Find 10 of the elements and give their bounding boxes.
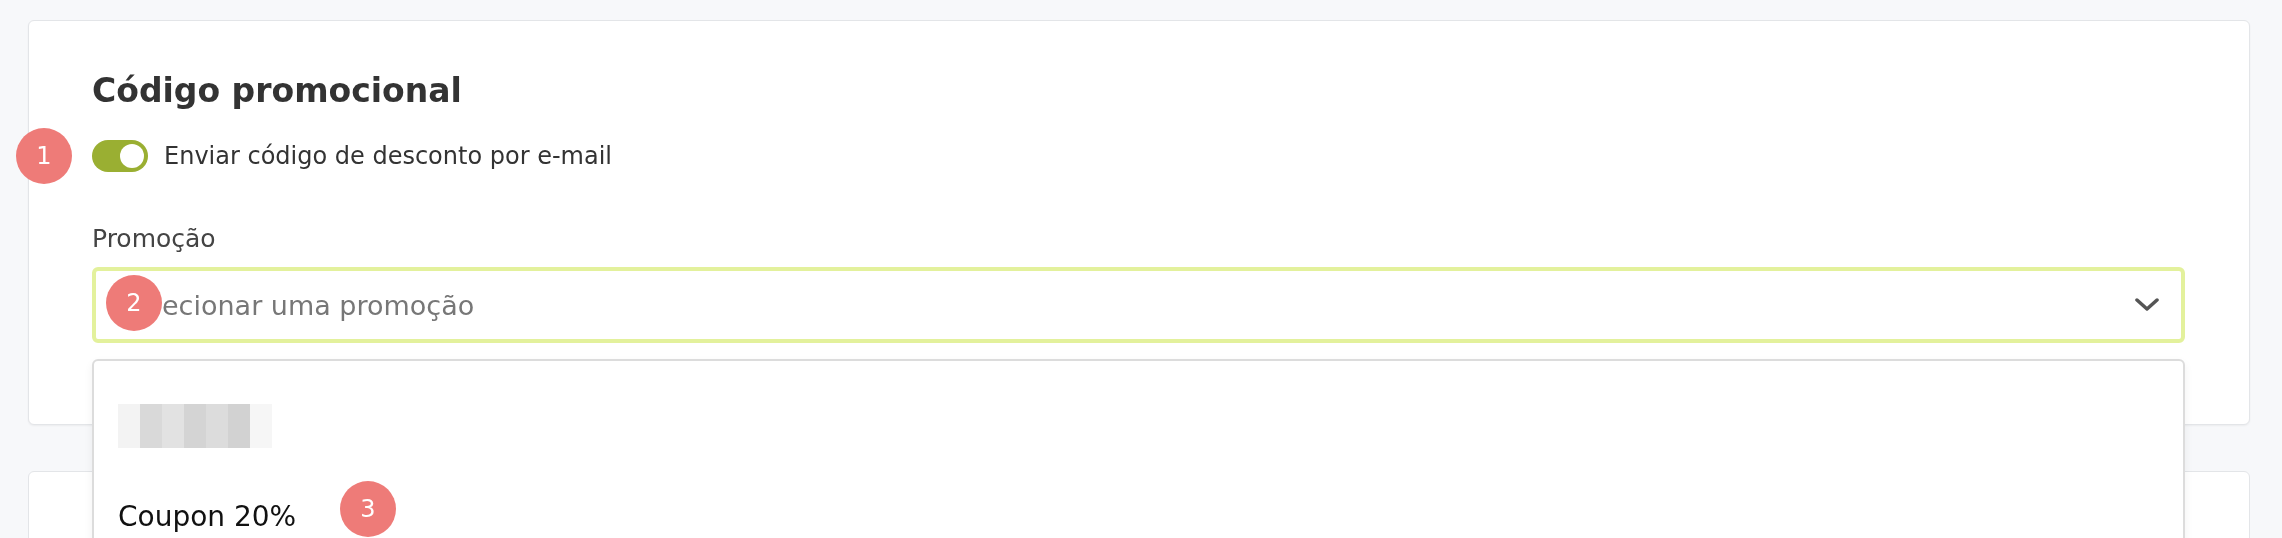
section-title: Código promocional xyxy=(92,70,463,112)
toggle-label: Enviar código de desconto por e-mail xyxy=(164,142,612,170)
field-label: Promoção xyxy=(92,224,217,253)
blurred-option[interactable] xyxy=(118,404,272,448)
toggle-switch[interactable] xyxy=(92,140,148,172)
dropdown-option[interactable]: Coupon 20% xyxy=(118,499,297,533)
step-badge: 3 xyxy=(340,481,396,537)
chevron-down-icon xyxy=(2135,298,2159,312)
step-badge: 1 xyxy=(16,128,72,184)
step-badge: 2 xyxy=(106,275,162,331)
